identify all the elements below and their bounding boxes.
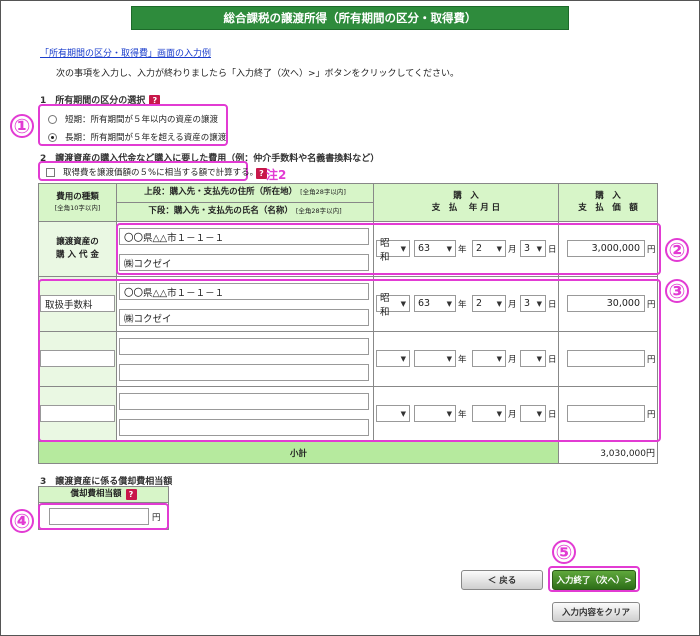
radio-long-label: 長期：所有期間が５年を超える資産の譲渡 <box>65 133 227 143</box>
example-link[interactable]: 「所有期間の区分・取得費」画面の入力例 <box>40 46 211 59</box>
header-upper-text: 上段：購入先・支払先の住所（所在地） <box>144 187 298 198</box>
header-lower: 下段：購入先・支払先の氏名（名称） [全角28字以内] <box>117 203 373 221</box>
radio-long-icon[interactable] <box>48 132 57 142</box>
radio-short-label: 短期：所有期間が５年以内の資産の譲渡 <box>65 115 219 125</box>
header-lower-text: 下段：購入先・支払先の氏名（名称） <box>148 206 293 217</box>
header-amount: 購 入 支 払 価 額 <box>559 184 657 221</box>
radio-short-term[interactable]: 短期：所有期間が５年以内の資産の譲渡 <box>48 113 218 125</box>
estimate-checkbox[interactable] <box>46 167 55 177</box>
radio-long-term[interactable]: 長期：所有期間が５年を超える資産の譲渡 <box>48 131 226 143</box>
callout-box-2 <box>116 223 661 275</box>
header-date: 購 入 支 払 年 月 日 <box>374 184 558 221</box>
next-button[interactable]: 入力終了（次へ）> <box>552 570 636 590</box>
callout-box-4 <box>38 503 169 530</box>
callout-3: ③ <box>665 279 689 303</box>
callout-2: ② <box>665 238 689 262</box>
depreciation-label: 償却費相当額 <box>70 488 122 499</box>
callout-1: ① <box>10 114 34 138</box>
estimate-checkbox-label: 取得費を譲渡価額の５%に相当する額で計算する。 <box>63 168 259 178</box>
depreciation-header: 償却費相当額? <box>39 487 168 502</box>
row1-label: 譲渡資産の 購 入 代 金 <box>39 222 116 276</box>
radio-short-icon[interactable] <box>48 114 57 124</box>
subtotal-label: 小計 <box>39 442 558 463</box>
header-type-sub: [全角10字以内] <box>54 203 101 212</box>
header-upper-sub: [全角28字以内] <box>300 188 346 197</box>
callout-4: ④ <box>10 509 34 533</box>
page-title: 総合課税の譲渡所得（所有期間の区分・取得費） <box>131 6 569 30</box>
back-button[interactable]: ＜ 戻る <box>461 570 543 590</box>
instruction-text: 次の事項を入力し、入力が終わりましたら「入力終了（次へ）>」ボタンをクリックして… <box>56 69 460 79</box>
callout-box-3 <box>38 279 661 442</box>
note-2: 注2 <box>266 168 287 182</box>
header-upper: 上段：購入先・支払先の住所（所在地） [全角28字以内] <box>117 184 373 202</box>
header-lower-sub: [全角28字以内] <box>295 207 342 216</box>
estimate-checkbox-row[interactable]: 取得費を譲渡価額の５%に相当する額で計算する。 <box>46 166 258 178</box>
callout-5: ⑤ <box>552 540 576 564</box>
header-type-text: 費用の種類 <box>56 192 99 202</box>
subtotal-value: 3,030,000円 <box>559 442 657 463</box>
header-type: 費用の種類 [全角10字以内] <box>39 184 116 221</box>
clear-button[interactable]: 入力内容をクリア <box>552 602 640 622</box>
help-icon[interactable]: ? <box>125 489 137 500</box>
